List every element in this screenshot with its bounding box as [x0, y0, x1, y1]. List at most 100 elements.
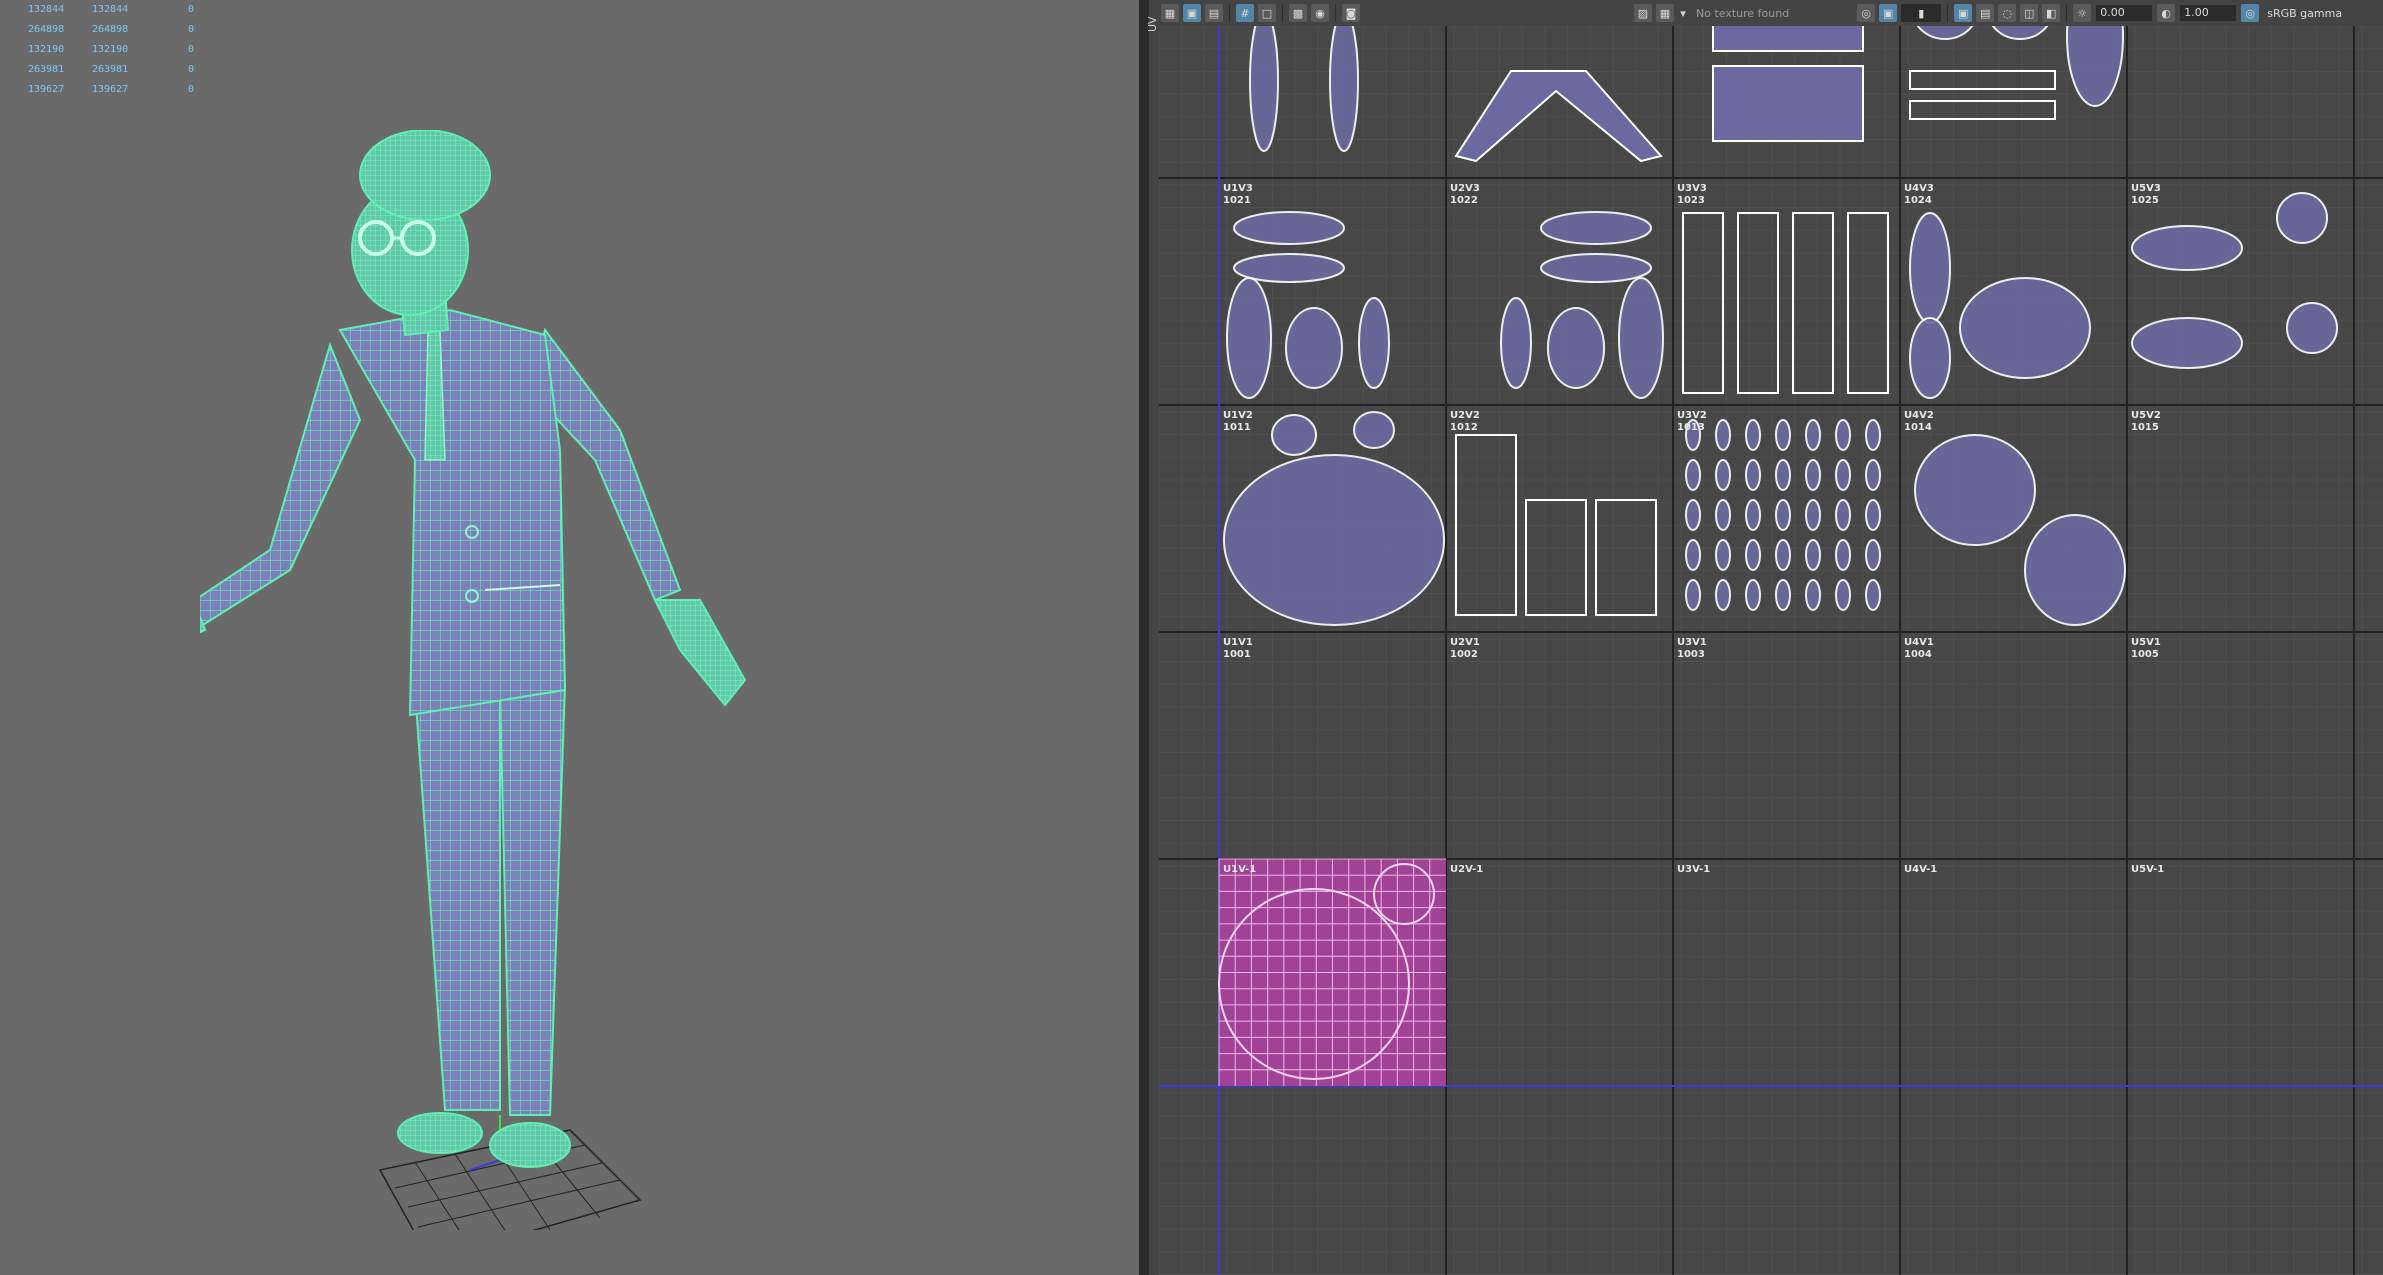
pixel-snap-icon[interactable]: ▣: [1954, 4, 1973, 22]
rgb-icon[interactable]: ▤: [1976, 4, 1995, 22]
uv-shell: [1685, 539, 1701, 571]
camera-icon[interactable]: ◙: [1342, 4, 1360, 22]
checker-icon[interactable]: ▦: [1656, 4, 1674, 22]
uv-shell: [1233, 211, 1345, 245]
transform-icon[interactable]: ◫: [2020, 4, 2039, 22]
uv-shell: [1805, 459, 1821, 491]
uv-shell: [1745, 579, 1761, 611]
hud-value: 0: [188, 44, 195, 55]
character-wireframe-model[interactable]: [200, 130, 800, 1230]
hud-row: 264898 264898 0: [28, 20, 208, 40]
hud-value: 0: [188, 4, 195, 15]
uv-shell: [1285, 307, 1343, 389]
uv-shell: [1226, 277, 1272, 399]
lasso-icon[interactable]: ◌: [1998, 4, 2017, 22]
tile-label: U3V2: [1677, 410, 1707, 421]
image-icon[interactable]: ▤: [1205, 4, 1223, 22]
uv-shell: [1745, 539, 1761, 571]
uv-shell: [1775, 419, 1791, 451]
uv-snapshot-icon[interactable]: ▣: [1183, 4, 1201, 22]
image-display-icon[interactable]: ▨: [1634, 4, 1652, 22]
uv-shell: [1715, 539, 1731, 571]
uv-shell: [1909, 70, 2056, 90]
uv-shell: [1805, 579, 1821, 611]
uv-shell: [2131, 225, 2243, 271]
uv-shell: [1775, 499, 1791, 531]
uv-shell: [1745, 419, 1761, 451]
hud-value: 139627: [92, 84, 129, 95]
exposure-icon[interactable]: ☼: [2073, 4, 2092, 22]
hud-row: 132844 132844 0: [28, 0, 208, 20]
layout-icon[interactable]: ▦: [1161, 4, 1179, 22]
tile-label: U5V2: [2131, 410, 2161, 421]
tile-id: 1021: [1223, 195, 1251, 206]
tile-label: U3V3: [1677, 183, 1707, 194]
3d-viewport[interactable]: 132844 132844 0 264898 264898 0 132190 132190 0 2…: [0, 0, 1139, 1275]
tile-label: U1V-1: [1223, 864, 1256, 875]
uv-shell: [1712, 26, 1864, 52]
tile-label: U2V1: [1450, 637, 1480, 648]
frame-icon[interactable]: □: [1258, 4, 1276, 22]
tile-label: U2V3: [1450, 183, 1480, 194]
panel-divider[interactable]: [1139, 0, 1149, 1275]
tile-label: U5V-1: [2131, 864, 2164, 875]
hud-value: 139627: [28, 84, 65, 95]
uv-shell: [1715, 419, 1731, 451]
alpha-icon[interactable]: ◧: [2042, 4, 2061, 22]
tile-id: 1012: [1450, 422, 1478, 433]
tile-label: U3V-1: [1677, 864, 1710, 875]
colorspace-label[interactable]: sRGB gamma: [2267, 7, 2342, 20]
filter-icon[interactable]: ▣: [1879, 4, 1898, 22]
uv-shell: [1775, 579, 1791, 611]
uv-shell: [1223, 454, 1445, 626]
tile-id: 1025: [2131, 195, 2159, 206]
distortion-icon[interactable]: ◉: [1311, 4, 1329, 22]
color-management-icon[interactable]: ◎: [2241, 4, 2260, 22]
hud-value: 263981: [92, 64, 129, 75]
uv-shell: [1454, 70, 1663, 163]
uv-shell: [1775, 459, 1791, 491]
toolbar-separator: [1947, 4, 1949, 22]
tile-id: 1014: [1904, 422, 1932, 433]
hud-value: 132190: [92, 44, 129, 55]
uv-toolbar: ▦ ▣ ▤ # □ ▩ ◉ ◙ ▨ ▦ ▾ No texture found ◎…: [1159, 0, 2383, 26]
uv-shell: [1540, 253, 1652, 283]
tile-id: 1005: [2131, 649, 2159, 660]
tile-label: U1V3: [1223, 183, 1253, 194]
tile-id: 1013: [1677, 422, 1705, 433]
hud-value: 0: [188, 64, 195, 75]
grid-toggle-icon[interactable]: #: [1236, 4, 1254, 22]
hud-row: 132190 132190 0: [28, 40, 208, 60]
tile-label: U4V2: [1904, 410, 1934, 421]
chevron-down-icon[interactable]: ▾: [1678, 4, 1688, 22]
gamma-icon[interactable]: ◐: [2157, 4, 2176, 22]
uv-shell: [1865, 419, 1881, 451]
tile-id: 1004: [1904, 649, 1932, 660]
tile-id: 1023: [1677, 195, 1705, 206]
uv-shell: [1914, 434, 2036, 546]
toolbar-separator: [1282, 4, 1283, 22]
uv-shell: [1745, 459, 1761, 491]
tile-id: 1003: [1677, 649, 1705, 660]
poly-count-hud: 132844 132844 0 264898 264898 0 132190 132190 0 2…: [28, 0, 208, 100]
uv-shell: [2286, 302, 2338, 354]
shaded-uv-icon[interactable]: ▩: [1289, 4, 1307, 22]
exposure-field[interactable]: 0.00: [2096, 5, 2153, 21]
uv-shell: [1271, 414, 1317, 456]
uv-shell: [1909, 212, 1951, 324]
uv-shell: [1525, 499, 1587, 616]
texture-status: No texture found: [1696, 6, 1790, 20]
dim-image-icon[interactable]: ◎: [1857, 4, 1876, 22]
hud-value: 0: [188, 84, 195, 95]
hud-value: 0: [188, 24, 195, 35]
uv-shell: [1715, 499, 1731, 531]
uv-shell: [1685, 499, 1701, 531]
uv-shell: [1865, 579, 1881, 611]
uv-grid-canvas[interactable]: U1V41031U2V41032U3V41033U4V41034U5V41035…: [1159, 26, 2383, 1275]
uv-shell: [1685, 459, 1701, 491]
tile-label: U2V-1: [1450, 864, 1483, 875]
gamma-field[interactable]: 1.00: [2180, 5, 2237, 21]
uv-shell: [1835, 579, 1851, 611]
opacity-slider[interactable]: ▮: [1901, 4, 1942, 22]
uv-shell: [1715, 579, 1731, 611]
